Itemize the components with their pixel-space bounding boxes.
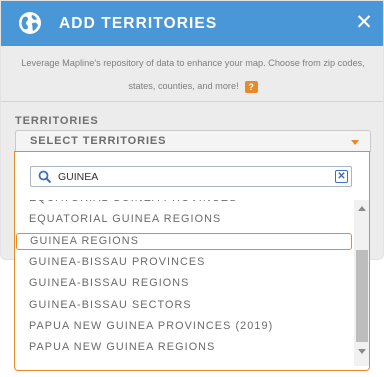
search-box: ✕ (30, 166, 352, 187)
territories-select[interactable]: SELECT TERRITORIES (15, 130, 371, 152)
result-item[interactable]: GUINEA-BISSAU REGIONS (15, 275, 353, 292)
chevron-down-icon[interactable] (351, 140, 359, 145)
result-item[interactable]: PAPUA NEW GUINEA PROVINCES (2019) (15, 318, 353, 335)
globe-icon (19, 12, 41, 34)
scroll-up-arrow[interactable] (358, 206, 366, 211)
dialog-title: ADD TERRITORIES (59, 15, 218, 32)
result-item[interactable]: EQUATORIAL GUINEA REGIONS (15, 211, 353, 228)
description-line-1: Leverage Mapline's repository of data to… (21, 58, 365, 68)
description-line-2-text: states, counties, and more! (128, 81, 239, 91)
result-item[interactable]: PAPUA NEW GUINEA REGIONS (15, 339, 353, 356)
territories-label: TERRITORIES (15, 115, 99, 127)
scroll-thumb[interactable] (356, 250, 368, 342)
help-icon[interactable]: ? (244, 80, 258, 93)
result-item[interactable]: GUINEA REGIONS (16, 232, 352, 250)
dialog-header: ADD TERRITORIES ✕ (1, 1, 383, 46)
result-item[interactable]: GUINEA-BISSAU SECTORS (15, 297, 353, 314)
result-item[interactable]: EQUATORIAL GUINEA PROVINCES (15, 200, 353, 207)
select-placeholder: SELECT TERRITORIES (30, 135, 167, 147)
territories-dropdown: ✕ EQUATORIAL GUINEA PROVINCESEQUATORIAL … (14, 151, 370, 371)
section-divider (1, 101, 383, 102)
close-icon[interactable]: ✕ (354, 12, 374, 34)
description-line-2: states, counties, and more!? (9, 75, 377, 98)
clear-icon[interactable]: ✕ (335, 170, 348, 183)
scrollbar[interactable] (354, 200, 369, 366)
search-input[interactable] (58, 168, 328, 185)
result-item[interactable]: GUINEA-BISSAU PROVINCES (15, 254, 353, 271)
results-list: EQUATORIAL GUINEA PROVINCES EQUATORIAL GU… (15, 200, 353, 366)
search-icon (38, 170, 52, 184)
dialog-description: Leverage Mapline's repository of data to… (9, 52, 377, 98)
scroll-down-arrow[interactable] (358, 349, 366, 354)
